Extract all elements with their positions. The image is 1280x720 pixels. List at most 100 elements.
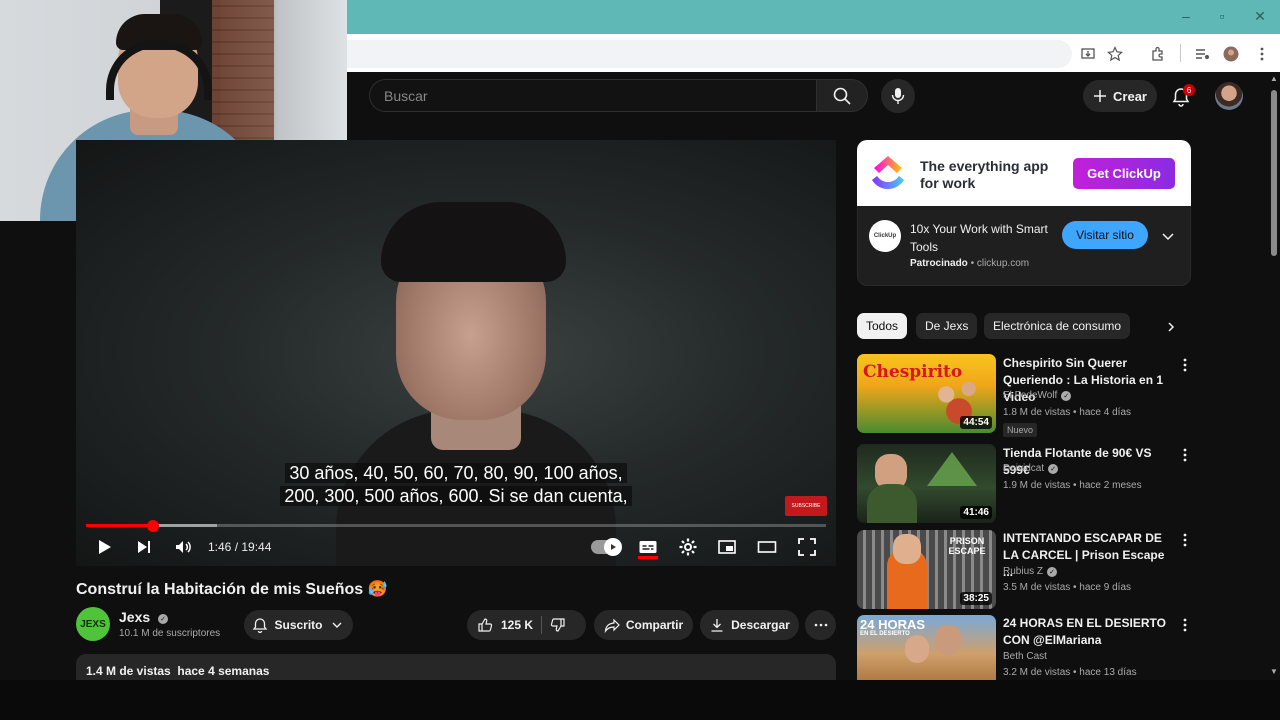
chip-electronica[interactable]: Electrónica de consumo bbox=[984, 313, 1131, 339]
chip-de-jexs[interactable]: De Jexs bbox=[916, 313, 978, 339]
next-button[interactable] bbox=[132, 536, 156, 558]
video-captions: 30 años, 40, 50, 60, 70, 80, 90, 100 año… bbox=[76, 462, 836, 508]
rec-meta: 1.8 M de vistas • hace 4 días bbox=[1003, 407, 1132, 418]
maximize-icon[interactable]: ▫ bbox=[1212, 8, 1232, 24]
desktop-taskbar bbox=[0, 680, 1280, 720]
scroll-up-icon[interactable]: ▲ bbox=[1268, 74, 1280, 86]
rec-channel-text[interactable]: Deividcat bbox=[1003, 463, 1044, 474]
autoplay-knob[interactable] bbox=[604, 538, 622, 556]
microphone-icon bbox=[891, 88, 905, 104]
rec-menu-button[interactable] bbox=[1178, 446, 1192, 464]
rec-channel[interactable]: Beth Cast bbox=[1003, 651, 1047, 662]
fullscreen-button[interactable] bbox=[795, 536, 819, 558]
miniplayer-button[interactable] bbox=[715, 536, 739, 558]
verified-icon: ✓ bbox=[1061, 390, 1072, 401]
captions-icon bbox=[639, 541, 657, 553]
get-clickup-button[interactable]: Get ClickUp bbox=[1073, 158, 1175, 189]
bookmark-star-icon[interactable] bbox=[1103, 42, 1127, 66]
search-input[interactable] bbox=[384, 87, 816, 104]
rec-menu-button[interactable] bbox=[1178, 616, 1192, 634]
sponsored-label: Patrocinado bbox=[910, 258, 968, 269]
rec-title[interactable]: 24 HORAS EN EL DESIERTO CON @ElMariana bbox=[1003, 615, 1173, 649]
address-bar[interactable] bbox=[347, 40, 1072, 68]
browser-menu-icon[interactable] bbox=[1250, 42, 1274, 66]
chevron-right-icon bbox=[1168, 322, 1175, 332]
search-button[interactable] bbox=[816, 79, 868, 112]
rec-thumbnail[interactable]: PRISON ESCAPE 38:25 bbox=[857, 530, 996, 609]
media-control-icon[interactable] bbox=[1190, 42, 1214, 66]
chips-next-button[interactable] bbox=[1160, 316, 1182, 338]
more-actions-button[interactable] bbox=[805, 610, 836, 640]
fullscreen-icon bbox=[798, 538, 816, 556]
download-button[interactable]: Descargar bbox=[700, 610, 799, 640]
install-app-icon[interactable] bbox=[1076, 42, 1100, 66]
chevron-down-icon[interactable] bbox=[1158, 226, 1178, 246]
play-button[interactable] bbox=[92, 536, 116, 558]
thumbs-down-icon[interactable] bbox=[550, 617, 566, 633]
verified-icon: ✓ bbox=[1048, 463, 1059, 474]
caption-line-1: 30 años, 40, 50, 60, 70, 80, 90, 100 año… bbox=[285, 463, 627, 483]
rec-channel-text[interactable]: El FedeWolf bbox=[1003, 390, 1057, 401]
close-icon[interactable]: ✕ bbox=[1250, 8, 1270, 25]
chevron-down-icon bbox=[332, 622, 341, 628]
minimize-icon[interactable]: – bbox=[1176, 8, 1196, 24]
thumbs-up-icon[interactable] bbox=[477, 617, 493, 633]
video-duration: 41:46 bbox=[960, 506, 992, 519]
ad-domain: clickup.com bbox=[976, 258, 1030, 269]
advertiser-icon[interactable]: ClickUp bbox=[869, 220, 901, 252]
ad-title[interactable]: 10x Your Work with Smart Tools bbox=[910, 220, 1050, 256]
account-avatar[interactable] bbox=[1215, 82, 1243, 110]
captions-button[interactable] bbox=[636, 536, 660, 558]
plus-icon bbox=[1094, 90, 1107, 102]
theater-icon bbox=[757, 541, 777, 553]
rec-channel[interactable]: Rubius Z ✓ bbox=[1003, 566, 1058, 577]
verified-icon: ✓ bbox=[1047, 566, 1058, 577]
profile-icon[interactable] bbox=[1219, 42, 1243, 66]
chip-todos[interactable]: Todos bbox=[857, 313, 908, 339]
download-icon bbox=[711, 619, 723, 632]
rec-thumbnail[interactable]: 24 HORAS EN EL DESIERTO bbox=[857, 615, 996, 680]
volume-button[interactable] bbox=[171, 536, 195, 558]
subscribed-button[interactable]: Suscrito bbox=[244, 610, 353, 640]
visit-site-button[interactable]: Visitar sitio bbox=[1062, 221, 1148, 249]
scroll-down-icon[interactable]: ▼ bbox=[1268, 667, 1280, 679]
rec-menu-button[interactable] bbox=[1178, 531, 1192, 549]
share-label: Compartir bbox=[625, 618, 684, 632]
ad-sponsor-line: Patrocinado • clickup.com bbox=[910, 258, 1030, 269]
rec-thumbnail[interactable]: 41:46 bbox=[857, 444, 996, 523]
clickup-logo-icon bbox=[872, 156, 904, 189]
rec-meta: 1.9 M de vistas • hace 2 meses bbox=[1003, 480, 1142, 491]
search-icon bbox=[833, 87, 851, 105]
thumbnail-text: 24 HORAS bbox=[860, 617, 926, 632]
extensions-icon[interactable] bbox=[1146, 42, 1170, 66]
verified-icon: ✓ bbox=[158, 614, 169, 624]
theater-mode-button[interactable] bbox=[755, 536, 779, 558]
rec-thumbnail[interactable]: Chespirito 44:54 bbox=[857, 354, 996, 433]
rec-menu-button[interactable] bbox=[1178, 356, 1192, 374]
rec-channel-text[interactable]: Beth Cast bbox=[1003, 651, 1047, 662]
more-vertical-icon bbox=[1183, 618, 1187, 632]
scrollbar-thumb[interactable] bbox=[1271, 90, 1277, 256]
create-button[interactable]: Crear bbox=[1083, 80, 1157, 112]
settings-button[interactable] bbox=[676, 536, 700, 558]
captions-active-indicator bbox=[638, 556, 658, 559]
channel-avatar[interactable]: JEXS bbox=[76, 607, 110, 641]
rec-channel-text[interactable]: Rubius Z bbox=[1003, 566, 1043, 577]
caption-line-2: 200, 300, 500 años, 600. Si se dan cuent… bbox=[280, 486, 632, 506]
notification-badge: 6 bbox=[1183, 84, 1195, 96]
share-button[interactable]: Compartir bbox=[594, 610, 693, 640]
thumbnail-subtext: EN EL DESIERTO bbox=[860, 631, 910, 637]
progress-scrubber[interactable] bbox=[147, 520, 159, 532]
create-label: Crear bbox=[1113, 88, 1147, 104]
rec-channel[interactable]: El FedeWolf ✓ bbox=[1003, 390, 1072, 401]
voice-search-button[interactable] bbox=[881, 79, 915, 113]
autoplay-play-icon bbox=[611, 544, 616, 550]
channel-name[interactable]: Jexs ✓ bbox=[119, 609, 169, 625]
more-vertical-icon bbox=[1183, 448, 1187, 462]
subscribe-watermark[interactable]: SUBSCRIBE bbox=[785, 496, 827, 516]
channel-name-text[interactable]: Jexs bbox=[119, 609, 150, 625]
more-vertical-icon bbox=[1183, 358, 1187, 372]
miniplayer-icon bbox=[718, 540, 736, 554]
rec-channel[interactable]: Deividcat ✓ bbox=[1003, 463, 1059, 474]
like-count[interactable]: 125 K bbox=[501, 618, 533, 632]
